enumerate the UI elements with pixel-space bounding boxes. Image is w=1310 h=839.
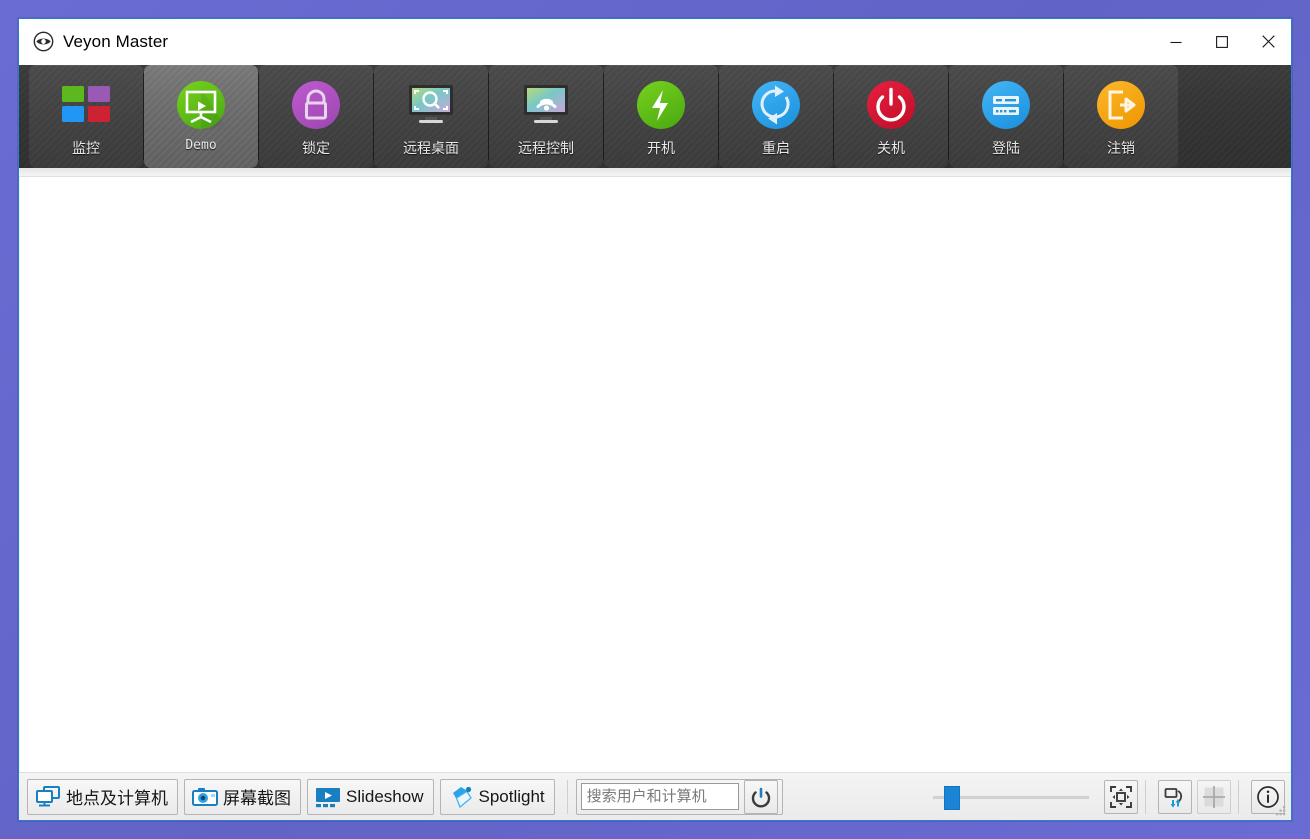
toolbar-button-logout[interactable]: 注销 — [1064, 65, 1178, 168]
status-bar: 地点及计算机 屏幕截图 — [19, 772, 1291, 820]
content-top-divider — [19, 168, 1291, 177]
demo-presentation-icon — [173, 77, 229, 133]
slider-handle[interactable] — [944, 786, 960, 810]
remote-desktop-icon — [403, 77, 459, 133]
toolbar-button-remote-desktop[interactable]: 远程桌面 — [374, 65, 488, 168]
title-bar-left: Veyon Master — [19, 31, 168, 52]
toolbar-button-reboot[interactable]: 重启 — [719, 65, 833, 168]
monitoring-grid-icon — [58, 77, 114, 133]
login-icon — [978, 77, 1034, 133]
statusbar-label: Spotlight — [479, 787, 545, 807]
statusbar-label: Slideshow — [346, 787, 424, 807]
computers-monitor-icon — [35, 785, 61, 809]
toolbar-label: 远程控制 — [518, 138, 574, 158]
maximize-icon — [1216, 36, 1228, 48]
minimize-icon — [1170, 36, 1182, 48]
auto-arrange-icon — [1163, 785, 1187, 809]
statusbar-label: 屏幕截图 — [223, 784, 291, 809]
window-controls — [1153, 19, 1291, 64]
toolbar-label: 注销 — [1107, 138, 1135, 158]
slideshow-icon — [315, 785, 341, 809]
desktop-background: Veyon Master — [0, 0, 1310, 839]
window-title: Veyon Master — [63, 32, 168, 52]
power-toggle-icon — [750, 786, 772, 808]
eye-icon — [33, 31, 54, 52]
statusbar-button-spotlight[interactable]: Spotlight — [440, 779, 555, 815]
toolbar-label: 监控 — [72, 138, 100, 158]
content-area — [19, 168, 1291, 772]
title-bar: Veyon Master — [19, 19, 1291, 65]
fit-to-window-icon — [1109, 785, 1133, 809]
fit-to-window-button[interactable] — [1104, 780, 1138, 814]
toolbar-label: 登陆 — [992, 138, 1020, 158]
toolbar-label: Demo — [185, 138, 216, 153]
statusbar-divider — [1145, 780, 1146, 814]
toolbar-button-shutdown[interactable]: 关机 — [834, 65, 948, 168]
search-input[interactable] — [581, 783, 739, 810]
grid-view-icon — [1202, 785, 1226, 809]
thumbnail-size-slider[interactable] — [927, 780, 1095, 814]
close-button[interactable] — [1245, 19, 1291, 64]
statusbar-label: 地点及计算机 — [66, 784, 168, 809]
toolbar-label: 锁定 — [302, 138, 330, 158]
toolbar-button-remote-control[interactable]: 远程控制 — [489, 65, 603, 168]
search-group — [576, 779, 783, 815]
spotlight-icon — [448, 785, 474, 809]
shutdown-icon — [863, 77, 919, 133]
toolbar-label: 开机 — [647, 138, 675, 158]
toolbar-label: 关机 — [877, 138, 905, 158]
statusbar-button-slideshow[interactable]: Slideshow — [307, 779, 434, 815]
toolbar-button-monitoring[interactable]: 监控 — [29, 65, 143, 168]
maximize-button[interactable] — [1199, 19, 1245, 64]
toolbar-button-lock[interactable]: 锁定 — [259, 65, 373, 168]
camera-icon — [192, 785, 218, 809]
logout-icon — [1093, 77, 1149, 133]
toolbar-button-login[interactable]: 登陆 — [949, 65, 1063, 168]
reboot-icon — [748, 77, 804, 133]
main-toolbar: 监控 — [19, 65, 1291, 168]
grid-view-button[interactable] — [1197, 780, 1231, 814]
close-icon — [1262, 35, 1275, 48]
statusbar-button-screenshot[interactable]: 屏幕截图 — [184, 779, 301, 815]
power-toggle-button[interactable] — [744, 780, 778, 814]
toolbar-label: 远程桌面 — [403, 138, 459, 158]
statusbar-divider — [1238, 780, 1239, 814]
toolbar-button-power-on[interactable]: 开机 — [604, 65, 718, 168]
statusbar-button-locations-computers[interactable]: 地点及计算机 — [27, 779, 178, 815]
auto-arrange-button[interactable] — [1158, 780, 1192, 814]
toolbar-button-demo[interactable]: Demo — [144, 65, 258, 168]
remote-control-icon — [518, 77, 574, 133]
veyon-master-window: Veyon Master — [18, 18, 1292, 821]
power-on-icon — [633, 77, 689, 133]
resize-grip-icon[interactable] — [1274, 804, 1288, 818]
computer-monitor-workspace[interactable] — [20, 177, 1290, 772]
lock-icon — [288, 77, 344, 133]
toolbar-label: 重启 — [762, 138, 790, 158]
minimize-button[interactable] — [1153, 19, 1199, 64]
statusbar-divider — [567, 780, 568, 814]
